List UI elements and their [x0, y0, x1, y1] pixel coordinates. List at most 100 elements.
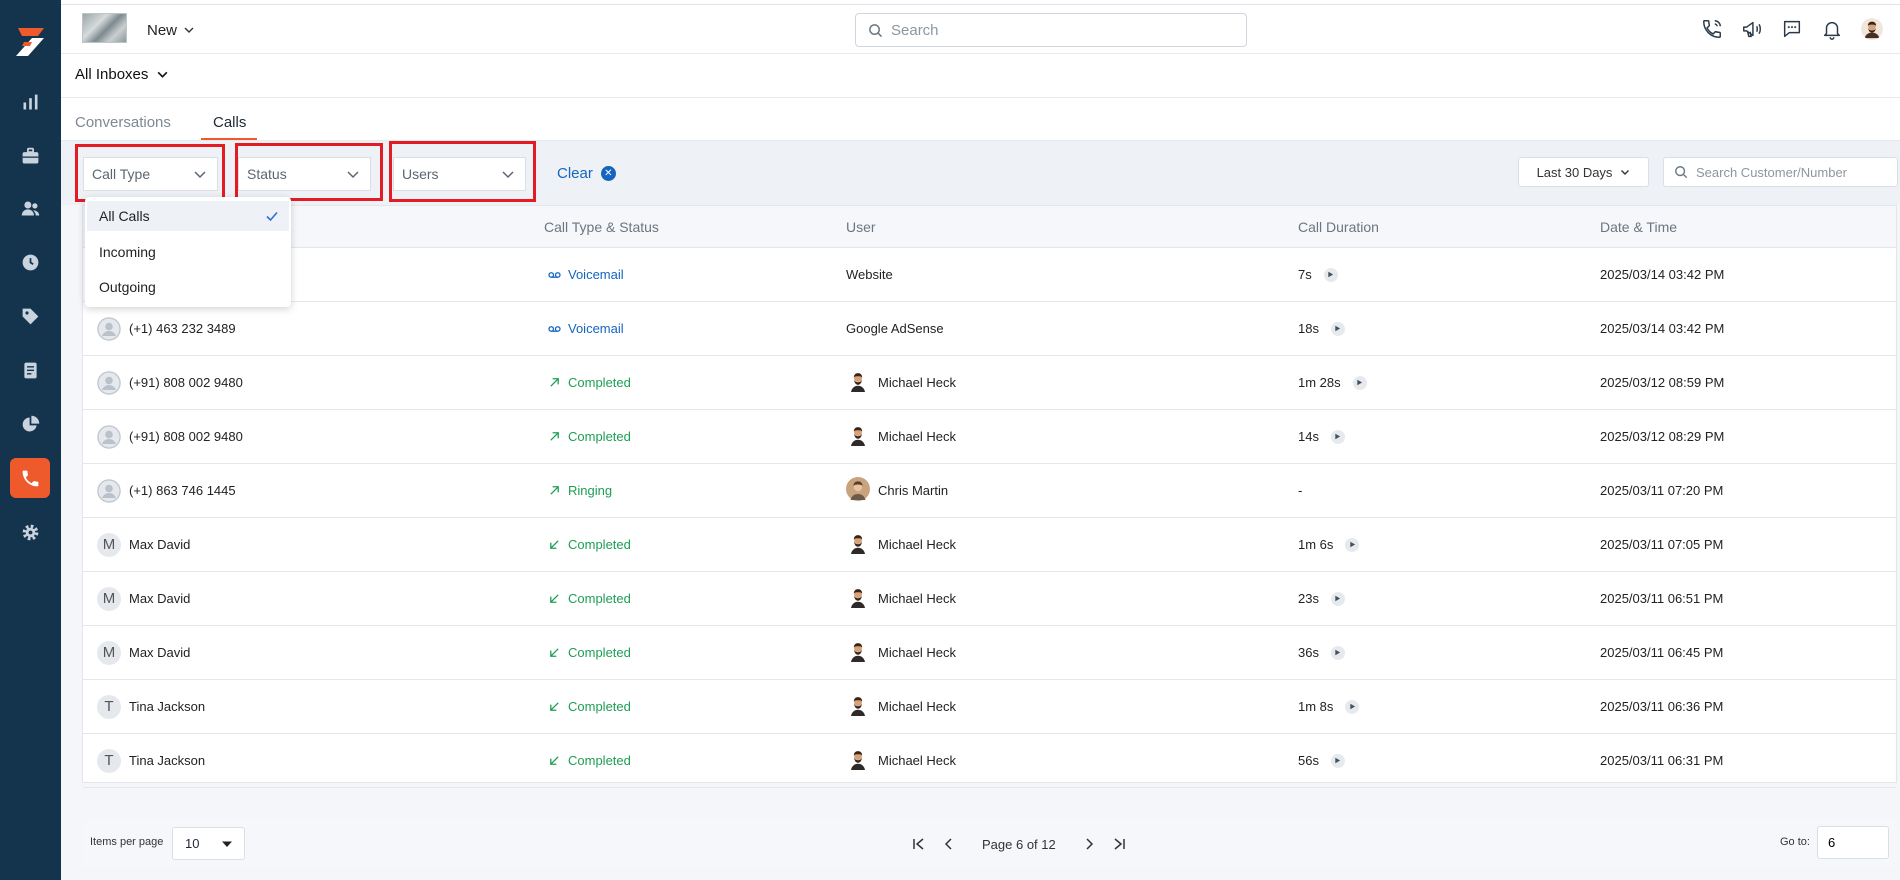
- customer-name: (+1) 463 232 3489: [129, 321, 236, 336]
- play-recording-button[interactable]: [1352, 375, 1367, 390]
- items-per-page-select[interactable]: 10: [172, 827, 245, 860]
- sidebar-item-tags[interactable]: [10, 296, 50, 336]
- play-recording-button[interactable]: [1330, 753, 1345, 768]
- customer-cell[interactable]: (+91) 808 002 9480: [97, 410, 243, 463]
- table-row[interactable]: M Max David Completed Michael Heck 36s 2025/0…: [83, 626, 1896, 680]
- customer-cell[interactable]: M Max David: [97, 572, 190, 625]
- duration-cell: 23s: [1298, 572, 1345, 625]
- goto-label: Go to:: [1780, 836, 1810, 848]
- sidebar-item-settings[interactable]: [10, 512, 50, 552]
- table-row[interactable]: (+91) 808 002 9480 Completed Michael Heck 1…: [83, 410, 1896, 464]
- customer-cell[interactable]: M Max David: [97, 518, 190, 571]
- phone-call-button[interactable]: [1700, 17, 1724, 41]
- call-status-label: Completed: [568, 591, 631, 606]
- chat-button[interactable]: [1780, 17, 1804, 41]
- play-recording-button[interactable]: [1345, 537, 1360, 552]
- column-header-user[interactable]: User: [846, 219, 876, 235]
- call-datetime: 2025/03/11 06:31 PM: [1600, 753, 1724, 768]
- sidebar-item-contacts[interactable]: [10, 188, 50, 228]
- dropdown-option-all-calls[interactable]: All Calls: [87, 201, 289, 231]
- inbox-selector-label: All Inboxes: [75, 66, 149, 83]
- table-row[interactable]: M Max David Completed Michael Heck 1m 6s 2025…: [83, 518, 1896, 572]
- dropdown-option-incoming[interactable]: Incoming: [87, 237, 289, 267]
- date-range-selector[interactable]: Last 30 Days: [1518, 157, 1649, 187]
- status-filter[interactable]: Status: [238, 157, 371, 191]
- dropdown-option-outgoing[interactable]: Outgoing: [87, 272, 289, 302]
- user-avatar[interactable]: [1860, 17, 1884, 41]
- customer-cell[interactable]: (+91) 808 002 9480: [97, 356, 243, 409]
- tab-calls[interactable]: Calls: [213, 114, 246, 131]
- play-recording-button[interactable]: [1330, 321, 1345, 336]
- sidebar-item-calls[interactable]: [10, 458, 50, 498]
- customer-cell[interactable]: T Tina Jackson: [97, 680, 205, 733]
- inbox-selector[interactable]: All Inboxes: [75, 66, 169, 83]
- voicemail-icon: [548, 322, 561, 335]
- sidebar-item-reports[interactable]: [10, 82, 50, 122]
- call-type-filter-label: Call Type: [92, 166, 151, 182]
- play-recording-button[interactable]: [1330, 645, 1345, 660]
- new-button[interactable]: New: [147, 15, 195, 45]
- sidebar-item-history[interactable]: [10, 242, 50, 282]
- play-recording-button[interactable]: [1330, 429, 1345, 444]
- call-duration: 18s: [1298, 321, 1319, 336]
- call-status-label: Voicemail: [568, 321, 624, 336]
- customer-search-input[interactable]: [1696, 164, 1886, 180]
- play-icon: [1328, 271, 1334, 278]
- table-row[interactable]: (+91) 808 002 9480 Completed Michael Heck 1…: [83, 356, 1896, 410]
- column-header-call-type-status[interactable]: Call Type & Status: [544, 219, 659, 235]
- table-row[interactable]: T Tina Jackson Completed Michael Heck 56s 202…: [83, 734, 1896, 788]
- next-page-button[interactable]: [1074, 833, 1104, 855]
- table-row[interactable]: T Tina Jackson Completed Michael Heck 1m 8s 2…: [83, 680, 1896, 734]
- call-datetime: 2025/03/11 06:36 PM: [1600, 699, 1724, 714]
- customer-cell[interactable]: M Max David: [97, 626, 190, 679]
- play-recording-button[interactable]: [1330, 591, 1345, 606]
- sidebar-item-documents[interactable]: [10, 350, 50, 390]
- clear-filters-button[interactable]: Clear ✕: [557, 165, 616, 182]
- sidebar-item-analytics[interactable]: [10, 404, 50, 444]
- first-page-button[interactable]: [904, 833, 934, 855]
- customer-name: Max David: [129, 537, 191, 552]
- table-row[interactable]: (+1) 863 746 1445 Ringing Chris Martin - 202…: [83, 464, 1896, 518]
- table-row[interactable]: M Max David Completed Michael Heck 23s 2025/0…: [83, 572, 1896, 626]
- customer-cell[interactable]: T Tina Jackson: [97, 734, 205, 787]
- play-recording-button[interactable]: [1345, 699, 1360, 714]
- play-recording-button[interactable]: [1323, 267, 1338, 282]
- workspace-thumbnail[interactable]: [82, 13, 127, 43]
- customer-cell[interactable]: (+1) 463 232 3489: [97, 302, 236, 355]
- table-row[interactable]: (+1) 463 232 3489 Voicemail Google AdSense…: [83, 302, 1896, 356]
- customer-cell[interactable]: (+1) 863 746 1445: [97, 464, 236, 517]
- call-duration: 7s: [1298, 267, 1312, 282]
- outgoing-arrow-icon: [548, 430, 561, 443]
- call-datetime: 2025/03/12 08:29 PM: [1600, 429, 1725, 444]
- call-datetime: 2025/03/11 07:05 PM: [1600, 537, 1724, 552]
- previous-page-button[interactable]: [934, 833, 964, 855]
- sidebar-item-deals[interactable]: [10, 136, 50, 176]
- chat-icon: [1783, 20, 1801, 38]
- announcements-button[interactable]: [1740, 17, 1764, 41]
- users-filter[interactable]: Users: [393, 157, 526, 191]
- table-row[interactable]: Voicemail Website 7s 2025/03/14 03:42 PM: [83, 248, 1896, 302]
- call-type-filter[interactable]: Call Type: [83, 157, 218, 191]
- tab-bar: Conversations Calls: [61, 98, 1900, 141]
- last-page-icon: [1114, 838, 1125, 850]
- call-duration: 23s: [1298, 591, 1319, 606]
- datetime-cell: 2025/03/14 03:42 PM: [1600, 302, 1724, 355]
- notifications-button[interactable]: [1820, 17, 1844, 41]
- datetime-cell: 2025/03/11 07:20 PM: [1600, 464, 1723, 517]
- user-name: Website: [846, 267, 893, 282]
- duration-cell: 1m 8s: [1298, 680, 1360, 733]
- duration-cell: 14s: [1298, 410, 1345, 463]
- checkmark-icon: [266, 211, 278, 222]
- last-page-button[interactable]: [1104, 833, 1134, 855]
- dropdown-option-label: Incoming: [99, 244, 156, 260]
- global-search-input[interactable]: [891, 21, 1221, 39]
- items-per-page-value: 10: [185, 836, 200, 851]
- app-logo-icon[interactable]: [10, 22, 50, 62]
- call-duration: 56s: [1298, 753, 1319, 768]
- column-header-call-duration[interactable]: Call Duration: [1298, 219, 1379, 235]
- clock-icon: [22, 254, 38, 270]
- column-header-date-time[interactable]: Date & Time: [1600, 219, 1677, 235]
- tab-conversations[interactable]: Conversations: [75, 114, 171, 131]
- call-status-label: Voicemail: [568, 267, 624, 282]
- goto-page-input[interactable]: [1817, 826, 1889, 859]
